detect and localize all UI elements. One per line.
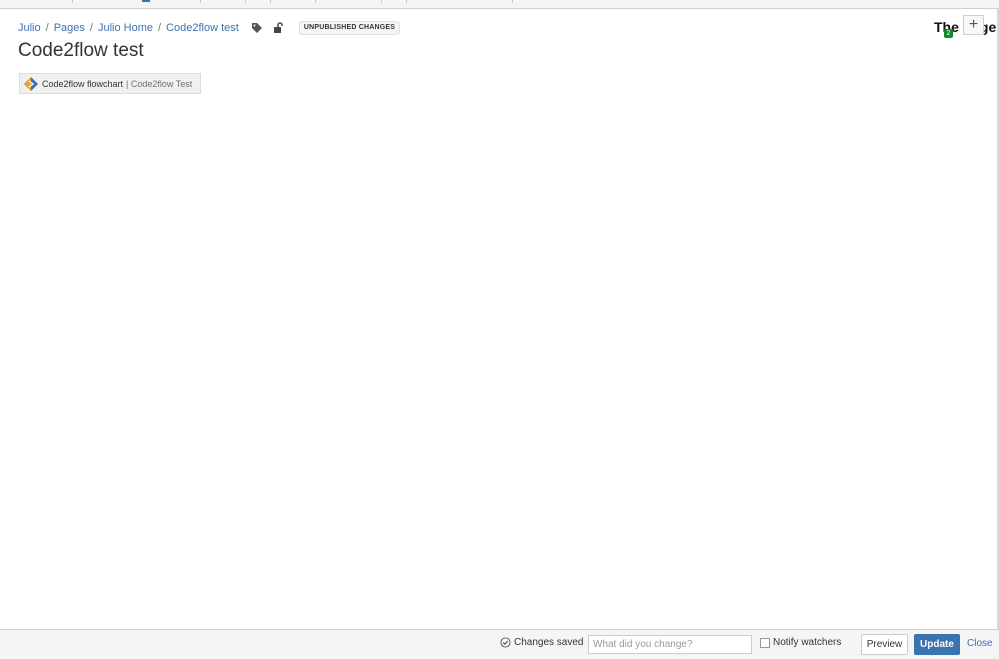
- breadcrumb-julio-home[interactable]: Julio Home: [98, 22, 153, 34]
- toolbar-separator: [245, 0, 246, 3]
- save-status-text: Changes saved: [514, 637, 584, 648]
- toolbar-separator: [315, 0, 316, 3]
- notify-watchers[interactable]: Notify watchers: [760, 637, 841, 648]
- change-comment-input[interactable]: [588, 635, 752, 654]
- breadcrumb-julio[interactable]: Julio: [18, 22, 41, 34]
- preview-button[interactable]: Preview: [861, 634, 908, 655]
- toolbar-separator: [512, 0, 513, 3]
- page-title[interactable]: Code2flow test: [18, 39, 144, 63]
- breadcrumb-separator: /: [89, 22, 93, 34]
- breadcrumb: Julio / Pages / Julio Home / Code2flow t…: [18, 21, 401, 35]
- toolbar-active-marker: [142, 0, 150, 2]
- save-status: Changes saved: [500, 637, 584, 648]
- macro-name: Code2flow flowchart: [42, 78, 124, 89]
- toolbar-separator: [270, 0, 271, 3]
- macro-parameter: | Code2flow Test: [126, 78, 193, 89]
- tag-icon[interactable]: [249, 21, 265, 35]
- update-button[interactable]: Update: [914, 634, 960, 655]
- breadcrumb-separator: /: [157, 22, 162, 34]
- breadcrumb-current-page[interactable]: Code2flow test: [166, 22, 239, 34]
- add-button[interactable]: +: [963, 15, 984, 35]
- code2flow-logo-icon: [24, 76, 38, 91]
- check-circle-icon: [500, 637, 511, 648]
- toolbar-separator: [72, 0, 73, 3]
- toolbar-separator: [381, 0, 382, 3]
- top-toolbar-strip: [0, 0, 999, 9]
- notify-watchers-label: Notify watchers: [773, 637, 842, 648]
- unlock-icon[interactable]: [271, 21, 287, 35]
- editor-footer-bar: Changes saved Notify watchers Preview Up…: [0, 629, 999, 659]
- count-badge: 2: [944, 29, 953, 38]
- code2flow-macro-placeholder[interactable]: Code2flow flowchart | Code2flow Test: [19, 73, 201, 94]
- close-link[interactable]: Close: [967, 638, 993, 649]
- breadcrumb-separator: /: [45, 22, 49, 34]
- plus-icon: +: [968, 16, 979, 33]
- toolbar-separator: [406, 0, 407, 3]
- toolbar-separator: [200, 0, 201, 3]
- unpublished-status-badge: UNPUBLISHED CHANGES: [298, 21, 401, 35]
- notify-watchers-checkbox[interactable]: [760, 637, 770, 648]
- breadcrumb-pages[interactable]: Pages: [54, 22, 85, 34]
